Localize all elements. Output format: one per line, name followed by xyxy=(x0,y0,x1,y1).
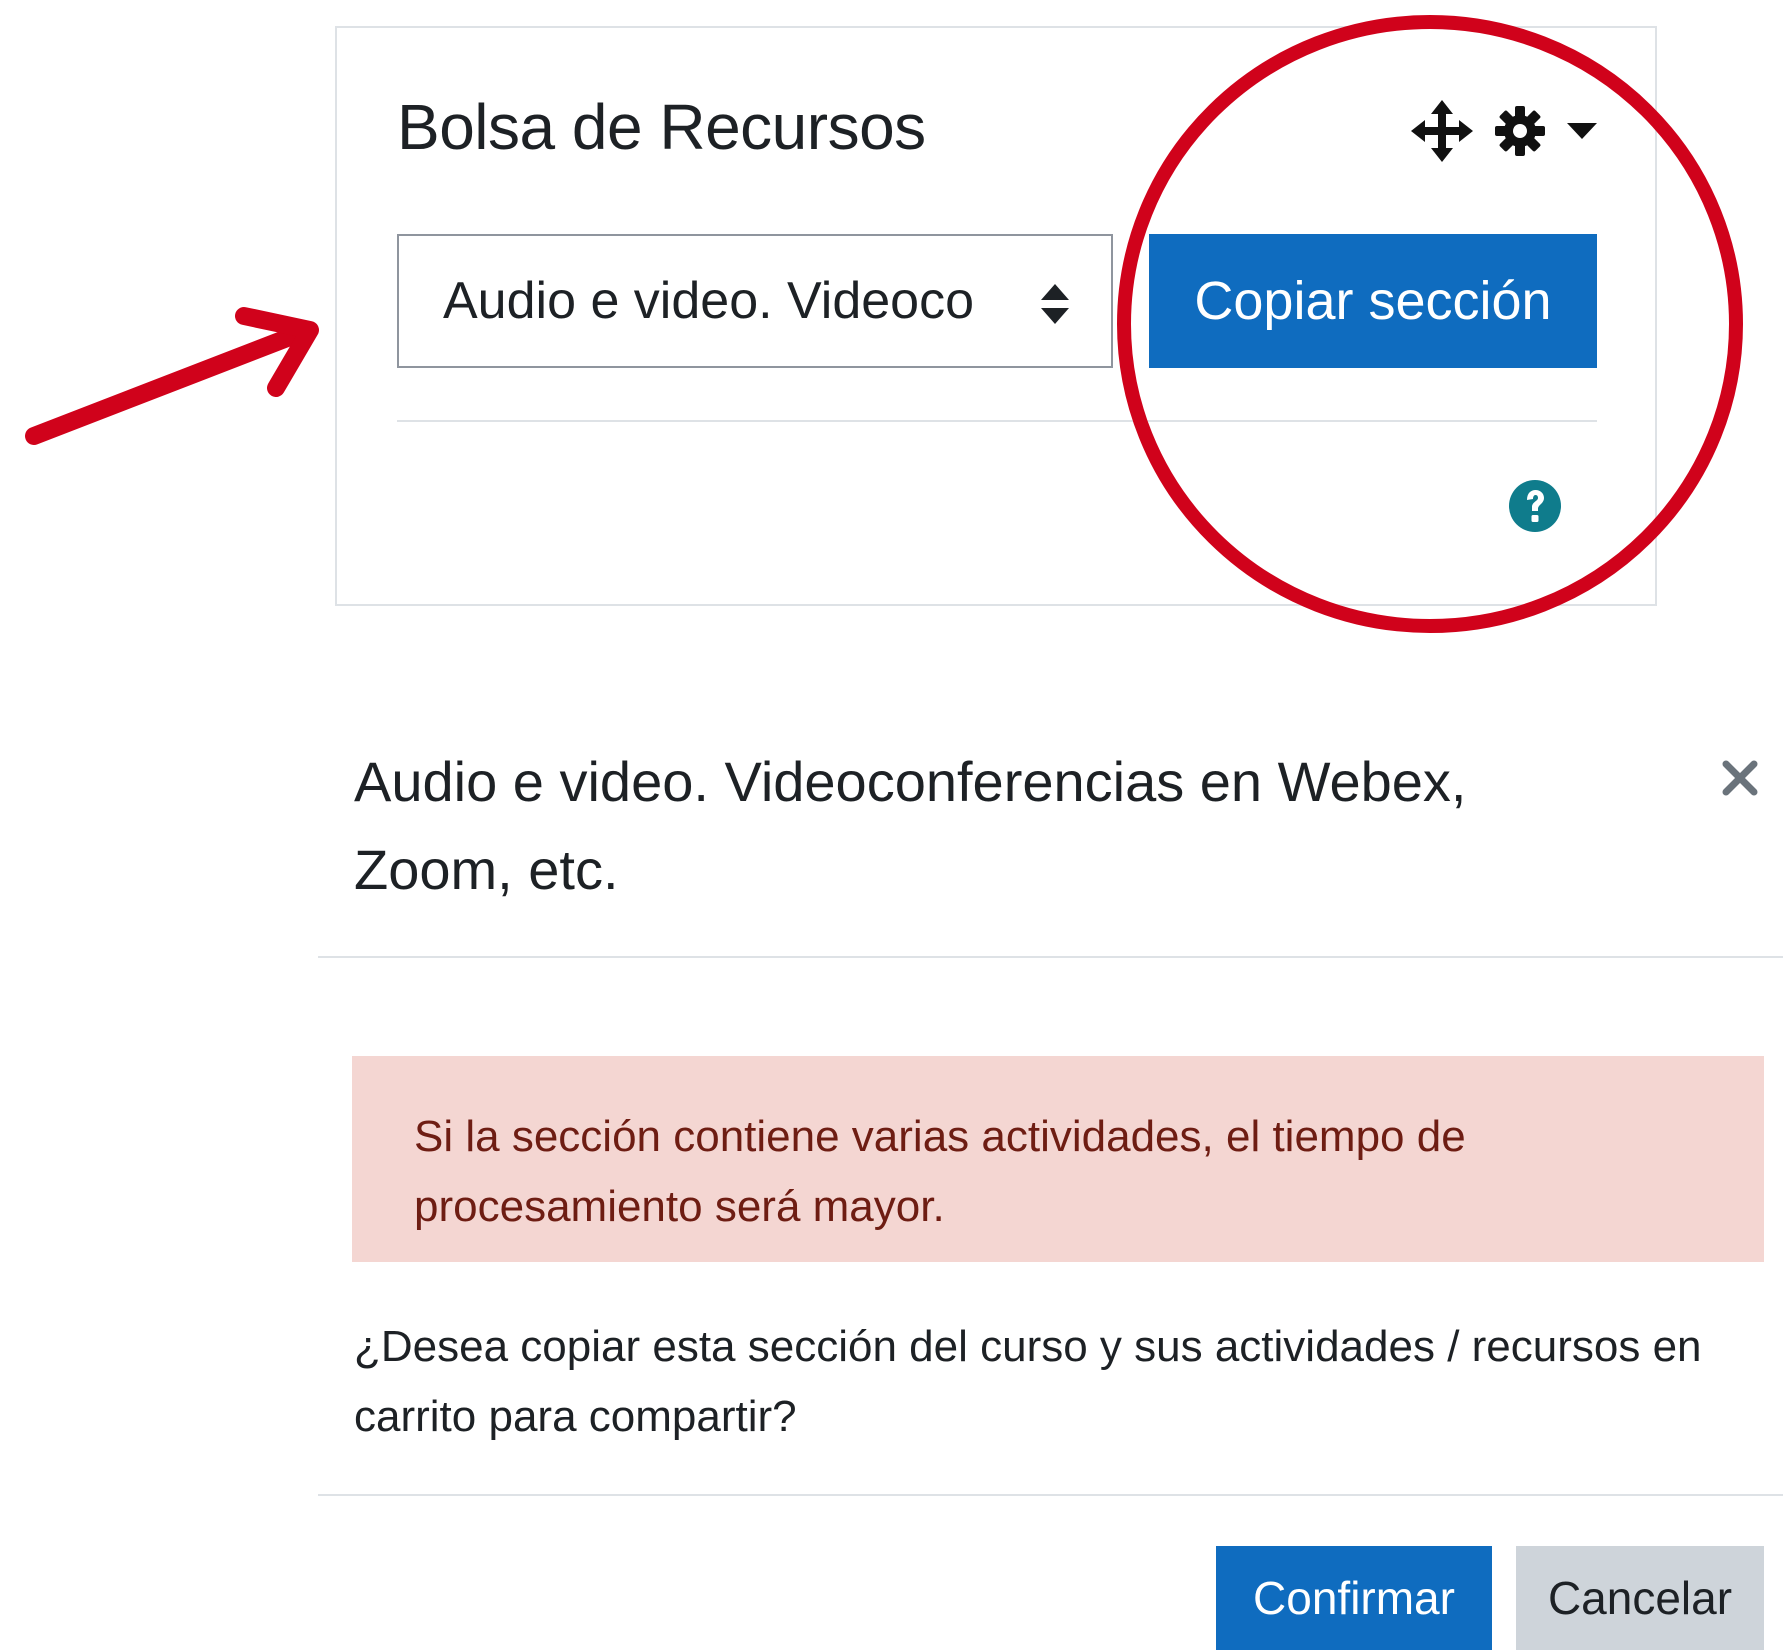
move-icon[interactable] xyxy=(1411,100,1473,162)
copy-section-button[interactable]: Copiar sección xyxy=(1149,234,1597,368)
block-divider xyxy=(397,420,1597,422)
gear-icon[interactable] xyxy=(1495,106,1545,156)
close-icon[interactable] xyxy=(1718,756,1762,800)
modal-title: Audio e video. Videoconferencias en Webe… xyxy=(354,750,1467,901)
block-controls xyxy=(1411,100,1597,162)
arrow-annotation-icon xyxy=(25,307,319,445)
modal-footer-divider xyxy=(318,1494,1783,1496)
section-select-value: Audio e video. Videoco xyxy=(443,272,974,330)
warning-alert: Si la sección contiene varias actividade… xyxy=(352,1056,1764,1262)
select-arrows-icon xyxy=(1041,284,1069,329)
modal-header-divider xyxy=(318,956,1783,958)
caret-down-icon[interactable] xyxy=(1567,123,1597,139)
alert-text: Si la sección contiene varias actividade… xyxy=(414,1112,1466,1231)
block-title: Bolsa de Recursos xyxy=(397,91,926,163)
confirmation-question: ¿Desea copiar esta sección del curso y s… xyxy=(354,1322,1702,1441)
resource-bag-block: Bolsa de Recursos Audio e video. Videoco… xyxy=(335,26,1657,606)
cancel-button[interactable]: Cancelar xyxy=(1516,1546,1764,1650)
section-select[interactable]: Audio e video. Videoco xyxy=(397,234,1113,368)
question-circle-icon[interactable] xyxy=(1509,480,1561,537)
confirm-button[interactable]: Confirmar xyxy=(1216,1546,1492,1650)
